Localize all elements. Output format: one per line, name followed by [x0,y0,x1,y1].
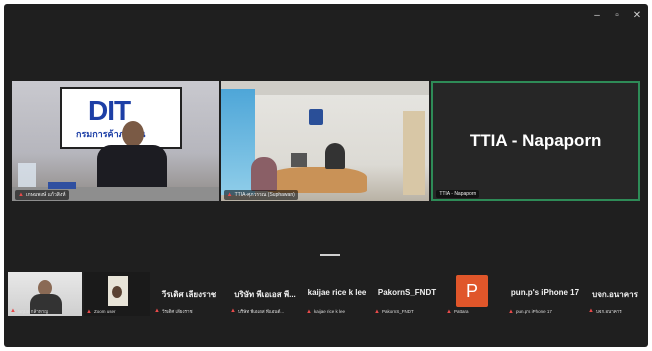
thumb-name: บจก.อนาคาร [592,290,638,299]
video-tile-active-speaker[interactable]: TTIA - Napaporn TTIA - Napaporn [431,81,641,201]
thumb-label-text: บริษัท พีเอเอส พีแอนด์... [237,309,285,314]
filmstrip-thumb[interactable]: บจก.อนาคาร ▲ บจก.อนาคาร [586,272,644,316]
dit-logo: DIT กรมการค้าภายใน [60,87,182,149]
mic-off-icon: ▲ [446,309,452,315]
participant-name: เกษมพงษ์ แก้วสิงห์ [25,192,66,198]
bottles [18,163,36,187]
mic-off-icon: ▲ [154,308,160,314]
filmstrip-thumb[interactable]: ▲ นฤมล กล้าหาญ [8,272,82,316]
thumb-label-text: pun.p's iPhone 17 [515,309,552,314]
banner [220,89,255,195]
thumb-label-text: วีรเดิศ เลียงราช [161,309,193,314]
participant-name-label: ▲ เกษมพงษ์ แก้วสิงห์ [15,190,69,200]
thumb-label: ▲ PakornS_FNDT [374,309,414,315]
thumb-name: kaijae rice k lee [307,288,367,297]
participant-center [324,143,345,169]
close-button[interactable]: ✕ [632,10,642,21]
dit-logo-text: DIT [88,95,131,126]
mic-off-icon: ▲ [18,192,24,198]
participant-name: TTIA-ศุภวรรณ (Suphawan) [234,192,295,198]
mic-off-icon: ▲ [230,308,236,314]
thumb-name: วีรเดิศ เลียงราช [161,290,217,299]
participant-name-label: ▲ TTIA-ศุภวรรณ (Suphawan) [223,190,298,200]
minimize-button[interactable]: – [592,10,602,21]
thumb-label-text: Zoom user [93,309,116,314]
thumb-label: ▲ นฤมล กล้าหาญ [10,308,48,315]
thumb-name: PakornS_FNDT [377,288,437,297]
filmstrip-thumb[interactable]: PakornS_FNDT ▲ PakornS_FNDT [372,272,442,316]
mic-off-icon: ▲ [306,309,312,315]
video-tile-participant-2[interactable]: ▲ TTIA-ศุภวรรณ (Suphawan) [220,81,430,201]
participant-head [112,286,122,298]
participant-name: TTIA - Napaporn [439,191,477,197]
mic-off-icon: ▲ [508,309,514,315]
thumb-label: ▲ pun.p's iPhone 17 [508,309,552,315]
participant-left [250,157,277,191]
participant-head [122,121,144,147]
participant-name-label: TTIA - Napaporn [436,190,480,198]
meeting-window: – ▫ ✕ DIT กรมการค้าภายใน ▲ เกษมพงษ์ แก้ว… [4,4,648,347]
nameplate [48,182,76,189]
avatar: P [456,275,488,307]
thumb-label: ▲ บจก.อนาคาร [588,308,622,315]
filmstrip-thumb[interactable]: kaijae rice k lee ▲ kaijae rice k lee [304,272,370,316]
filmstrip-thumb[interactable]: pun.p's iPhone 17 ▲ pun.p's iPhone 17 [506,272,584,316]
thumb-label: ▲ บริษัท พีเอเอส พีแอนด์... [230,308,284,315]
drag-handle[interactable] [320,254,340,256]
filmstrip-thumb[interactable]: P ▲ Pattara [444,272,504,316]
thumb-label: ▲ kaijae rice k lee [306,309,345,315]
participant-display-name: TTIA - Napaporn [469,131,602,150]
gallery-tiles: DIT กรมการค้าภายใน ▲ เกษมพงษ์ แก้วสิงห์ [12,81,641,201]
thumb-label-text: Pattara [453,309,469,314]
mic-off-icon: ▲ [10,308,16,314]
thumb-label-text: PakornS_FNDT [381,309,414,314]
filmstrip-thumb[interactable]: บริษัท พีเอเอส พี... ▲ บริษัท พีเอเอส พีแ… [228,272,302,316]
window-controls: – ▫ ✕ [592,10,642,21]
thumb-label: ▲ Pattara [446,309,468,315]
filmstrip-thumb[interactable]: วีรเดิศ เลียงราช ▲ วีรเดิศ เลียงราช [152,272,226,316]
video-tile-participant-1[interactable]: DIT กรมการค้าภายใน ▲ เกษมพงษ์ แก้วสิงห์ [12,81,219,201]
thumb-label-text: kaijae rice k lee [313,309,345,314]
thumb-name: pun.p's iPhone 17 [510,288,580,297]
restore-button[interactable]: ▫ [612,10,622,21]
filmstrip: ▲ นฤมล กล้าหาญ ▲ Zoom user วีรเดิศ เลียงรา… [8,272,644,318]
thumb-name: บริษัท พีเอเอส พี... [234,290,296,299]
thumb-label-text: บจก.อนาคาร [595,309,622,314]
mic-off-icon: ▲ [226,192,233,198]
thumb-label: ▲ Zoom user [86,309,115,315]
door [403,111,426,195]
filmstrip-thumb[interactable]: ▲ Zoom user [84,272,150,316]
thumb-label: ▲ วีรเดิศ เลียงราช [154,308,193,315]
chair [290,153,307,167]
mic-off-icon: ▲ [374,309,380,315]
mic-off-icon: ▲ [86,309,92,315]
mic-off-icon: ▲ [588,308,594,314]
ttia-logo [308,109,323,125]
thumb-label-text: นฤมล กล้าหาญ [17,309,49,314]
